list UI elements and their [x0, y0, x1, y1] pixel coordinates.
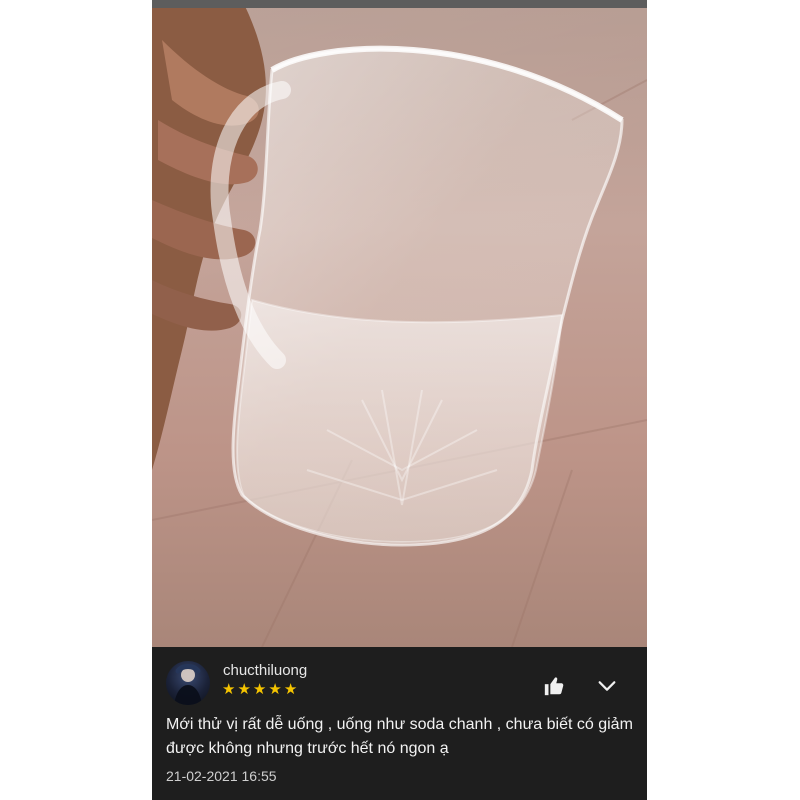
star-icon: ★: [268, 681, 282, 698]
review-photo[interactable]: [152, 0, 647, 647]
review-image-viewer: chucthiluong ★ ★ ★ ★ ★ Mới thử vị rất dễ…: [152, 0, 647, 800]
photo-top-strip: [152, 0, 647, 8]
star-icon: ★: [283, 681, 298, 698]
star-icon: ★: [222, 681, 236, 698]
review-timestamp: 21-02-2021 16:55: [166, 768, 277, 784]
star-icon: ★: [252, 681, 267, 698]
glass-mug-photo-illustration: [152, 0, 647, 647]
avatar-image: [174, 664, 202, 705]
like-button[interactable]: [543, 675, 565, 697]
user-avatar[interactable]: [166, 661, 210, 705]
chevron-down-icon: [598, 681, 616, 691]
rating-stars: ★ ★ ★ ★ ★: [222, 682, 297, 698]
reviewer-username: chucthiluong: [223, 662, 308, 679]
thumbs-up-icon: [544, 677, 564, 696]
star-icon: ★: [237, 681, 251, 698]
more-options-button[interactable]: [596, 675, 618, 697]
review-text: Mới thử vị rất dễ uống , uống như soda c…: [166, 716, 633, 757]
review-panel: chucthiluong ★ ★ ★ ★ ★ Mới thử vị rất dễ…: [152, 647, 647, 800]
